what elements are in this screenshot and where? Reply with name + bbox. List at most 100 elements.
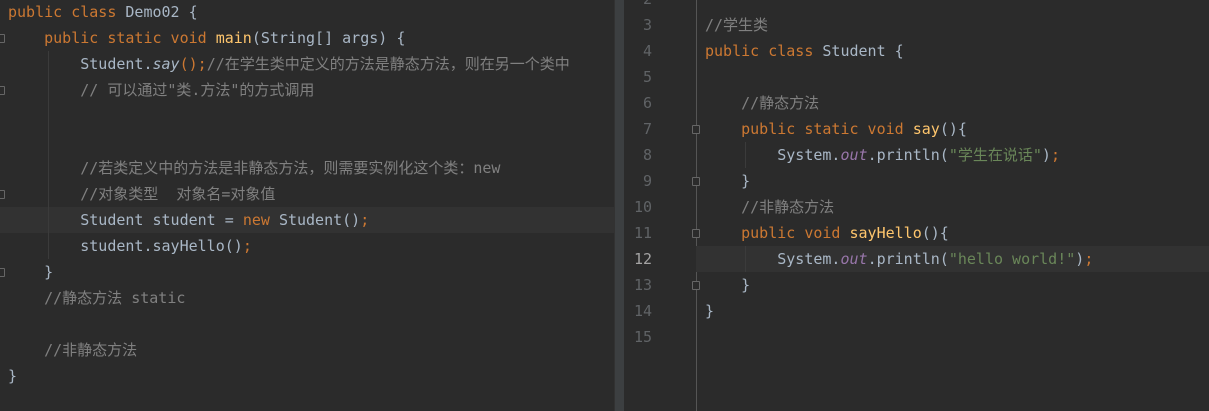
code-line[interactable]	[0, 129, 614, 155]
fold-icon[interactable]	[692, 281, 700, 290]
code-token: public class	[705, 42, 823, 60]
code-line[interactable]: student.sayHello();	[0, 233, 614, 259]
code-token: //对象类型 对象名=对象值	[80, 185, 276, 203]
right-editor-pane[interactable]: 23//学生类4public class Student {56 //静态方法7…	[624, 0, 1209, 411]
code-line[interactable]: 5	[624, 64, 1209, 90]
code-line[interactable]: 12 System.out.println("hello world!");	[634, 246, 1209, 272]
editor-splitter[interactable]	[614, 0, 624, 411]
code-line[interactable]: 3 //学生类	[624, 12, 1209, 38]
code-line[interactable]: //若类定义中的方法是非静态方法，则需要实例化这个类：new	[0, 155, 614, 181]
indent-guide	[745, 142, 746, 168]
fold-icon[interactable]	[0, 268, 5, 277]
code-text[interactable]: }	[705, 298, 714, 324]
code-token: //静态方法 static	[44, 289, 186, 307]
line-number: 15	[633, 328, 652, 346]
code-text[interactable]: //非静态方法	[705, 194, 834, 220]
code-text[interactable]: //静态方法	[705, 90, 819, 116]
code-line[interactable]: 14}	[624, 298, 1209, 324]
code-text[interactable]: public static void main(String[] args) {	[8, 25, 405, 51]
code-line[interactable]: 4 public class Student {	[624, 38, 1209, 64]
code-line[interactable]	[0, 103, 614, 129]
code-token: //非静态方法	[741, 198, 835, 216]
line-number: 9	[642, 172, 652, 190]
code-token: new	[242, 211, 279, 229]
line-number: 6	[642, 94, 652, 112]
code-token: ;	[1084, 250, 1094, 268]
code-text[interactable]: }	[705, 272, 750, 298]
line-number: 14	[633, 302, 652, 320]
code-line[interactable]: 7 public static void say(){	[624, 116, 1209, 142]
code-token: // 可以通过"类.方法"的方式调用	[80, 81, 315, 99]
code-line[interactable]: public class Demo02 {	[0, 0, 614, 25]
code-line[interactable]: 6 //静态方法	[624, 90, 1209, 116]
code-token: Student()	[278, 211, 361, 229]
code-line[interactable]: public static void main(String[] args) {	[0, 25, 614, 51]
fold-icon[interactable]	[0, 86, 5, 95]
code-line[interactable]: }	[0, 363, 614, 389]
fold-icon[interactable]	[0, 34, 5, 43]
code-token: System.	[705, 250, 841, 268]
code-text[interactable]: //静态方法 static	[8, 285, 185, 311]
code-token: )	[1041, 146, 1051, 164]
line-number: 3	[642, 16, 652, 34]
indent-guide	[745, 246, 746, 272]
code-line[interactable]: 13 }	[624, 272, 1209, 298]
code-token: }	[8, 367, 18, 385]
code-line[interactable]: 2	[624, 0, 1209, 12]
code-text[interactable]: System.out.println("学生在说话");	[705, 142, 1060, 168]
code-token: Student.	[8, 55, 153, 73]
code-text[interactable]: // 可以通过"类.方法"的方式调用	[8, 77, 314, 103]
code-line[interactable]: // 可以通过"类.方法"的方式调用	[0, 77, 614, 103]
code-line[interactable]: //对象类型 对象名=对象值	[0, 181, 614, 207]
line-number: 8	[642, 146, 652, 164]
code-text[interactable]: public class Student {	[705, 38, 904, 64]
code-line[interactable]: 10 //非静态方法	[624, 194, 1209, 220]
indent-guide	[48, 51, 49, 259]
code-token: Demo02 {	[125, 3, 198, 21]
code-text[interactable]: System.out.println("hello world!");	[705, 246, 1093, 272]
code-token: ;	[1050, 146, 1060, 164]
code-token: public void	[741, 224, 850, 242]
code-token: say	[152, 55, 180, 73]
code-token: say	[912, 120, 940, 138]
code-text[interactable]: Student student = new Student();	[8, 207, 369, 233]
code-text[interactable]: }	[8, 259, 53, 285]
code-line[interactable]: //非静态方法	[0, 337, 614, 363]
code-text[interactable]: public static void say(){	[705, 116, 967, 142]
code-line[interactable]: 15	[624, 324, 1209, 350]
code-line[interactable]: Student.say();//在学生类中定义的方法是静态方法，则在另一个类中	[0, 51, 614, 77]
code-line[interactable]: 9 }	[624, 168, 1209, 194]
code-text[interactable]: }	[8, 363, 17, 389]
code-token: }	[705, 302, 715, 320]
code-line[interactable]	[0, 311, 614, 337]
code-line[interactable]: 8 System.out.println("学生在说话");	[624, 142, 1209, 168]
line-number: 4	[642, 42, 652, 60]
code-text[interactable]: public class Demo02 {	[8, 0, 198, 25]
code-line[interactable]: 11 public void sayHello(){	[624, 220, 1209, 246]
fold-icon[interactable]	[692, 229, 700, 238]
code-line[interactable]: //静态方法 static	[0, 285, 614, 311]
code-text[interactable]: Student.say();//在学生类中定义的方法是静态方法，则在另一个类中	[8, 51, 570, 77]
line-number: 10	[633, 198, 652, 216]
code-text[interactable]: //非静态方法	[8, 337, 137, 363]
fold-icon[interactable]	[0, 190, 5, 199]
code-text[interactable]: public void sayHello(){	[705, 220, 949, 246]
code-text[interactable]: //若类定义中的方法是非静态方法，则需要实例化这个类：new	[8, 155, 500, 181]
code-line[interactable]: Student student = new Student();	[0, 207, 614, 233]
code-text[interactable]: }	[705, 168, 750, 194]
left-editor-pane[interactable]: public class Demo02 { public static void…	[0, 0, 614, 411]
fold-icon[interactable]	[692, 125, 700, 134]
code-line[interactable]: }	[0, 259, 614, 285]
fold-icon[interactable]	[692, 177, 700, 186]
code-token: out	[840, 146, 868, 164]
code-token: //学生类	[705, 16, 769, 34]
code-token: (){	[939, 120, 967, 138]
code-token: .println(	[867, 250, 949, 268]
code-text[interactable]: student.sayHello();	[8, 233, 252, 259]
code-text[interactable]: //学生类	[705, 12, 768, 38]
